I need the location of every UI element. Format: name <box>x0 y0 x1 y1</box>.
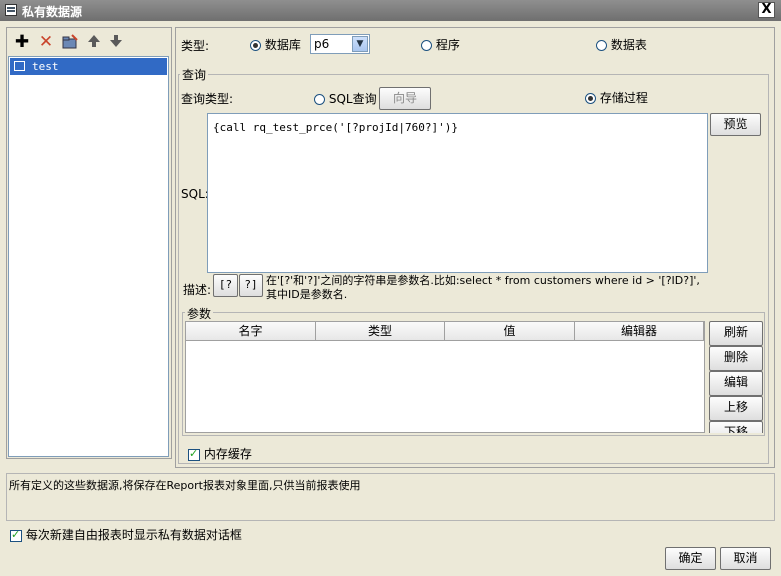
desc-text-line-2: 其中ID是参数名. <box>266 288 348 301</box>
sql-editor[interactable]: {call rq_test_prce('[?projId|760?]')} <box>207 113 708 273</box>
refresh-button[interactable]: 刷新 <box>709 321 763 346</box>
sql-query-option[interactable]: SQL查询 <box>314 90 377 107</box>
db-radio[interactable] <box>250 40 261 51</box>
edit-param-button[interactable]: 编辑 <box>709 371 763 396</box>
table-radio-label: 数据表 <box>610 38 647 52</box>
column-header-name[interactable]: 名字 <box>186 322 316 340</box>
query-type-label: 查询类型: <box>181 92 234 106</box>
memory-cache-option[interactable]: 内存缓存 <box>188 445 252 462</box>
desc-text: 在'[?'和'?]'之间的字符串是参数名.比如:select * from cu… <box>266 274 771 302</box>
close-button[interactable]: X <box>758 2 775 18</box>
window-title: 私有数据源 <box>22 5 83 19</box>
list-item-label: test <box>32 60 59 73</box>
type-option-table[interactable]: 数据表 <box>596 36 647 53</box>
desc-label: 描述: <box>183 283 212 297</box>
plus-icon[interactable]: ✚ <box>14 34 30 51</box>
cancel-button[interactable]: 取消 <box>720 547 771 570</box>
table-icon <box>14 61 25 71</box>
proc-radio-label: 存储过程 <box>599 91 648 105</box>
column-header-value[interactable]: 值 <box>445 322 575 340</box>
info-box: 所有定义的这些数据源,将保存在Report报表对象里面,只供当前报表使用 <box>6 473 775 521</box>
delete-x-icon[interactable]: ✕ <box>38 34 54 51</box>
params-group-label: 参数 <box>185 305 214 322</box>
params-table-header: 名字 类型 值 编辑器 <box>186 322 704 341</box>
show-dialog-checkbox[interactable] <box>10 528 22 542</box>
ok-button[interactable]: 确定 <box>665 547 716 570</box>
params-table[interactable]: 名字 类型 值 编辑器 <box>185 321 705 433</box>
show-dialog-option[interactable]: 每次新建自由报表时显示私有数据对话框 <box>10 526 242 543</box>
sql-label: SQL: <box>181 187 209 201</box>
column-header-type[interactable]: 类型 <box>316 322 445 340</box>
move-down-button[interactable]: 下移 <box>709 421 763 433</box>
type-label: 类型: <box>181 39 210 53</box>
db-select-value: p6 <box>314 37 330 51</box>
title-bar: 私有数据源 X <box>0 0 781 21</box>
delete-param-button[interactable]: 删除 <box>709 346 763 371</box>
move-up-button[interactable]: 上移 <box>709 396 763 421</box>
table-radio[interactable] <box>596 40 607 51</box>
program-radio-label: 程序 <box>435 38 460 52</box>
window-icon <box>5 4 17 16</box>
show-dialog-label: 每次新建自由报表时显示私有数据对话框 <box>25 528 242 542</box>
insert-param-open-button[interactable]: [? <box>213 274 238 297</box>
program-radio[interactable] <box>421 40 432 51</box>
insert-param-close-button[interactable]: ?] <box>239 274 263 297</box>
folder-edit-icon[interactable] <box>62 34 78 50</box>
preview-button[interactable]: 预览 <box>710 113 761 136</box>
arrow-up-icon[interactable] <box>86 34 102 50</box>
info-text: 所有定义的这些数据源,将保存在Report报表对象里面,只供当前报表使用 <box>9 479 361 492</box>
sql-radio-label: SQL查询 <box>328 92 377 106</box>
sql-radio[interactable] <box>314 94 325 105</box>
arrow-down-icon[interactable] <box>108 34 124 50</box>
type-option-db[interactable]: 数据库 <box>250 36 301 53</box>
memory-cache-checkbox[interactable] <box>188 447 200 461</box>
memory-cache-label: 内存缓存 <box>203 447 252 461</box>
column-header-editor[interactable]: 编辑器 <box>575 322 704 340</box>
db-radio-label: 数据库 <box>264 38 301 52</box>
db-select[interactable]: p6 ▼ <box>310 34 370 54</box>
desc-text-line-1: 在'[?'和'?]'之间的字符串是参数名.比如:select * from cu… <box>266 274 700 287</box>
proc-radio[interactable] <box>585 93 596 104</box>
list-item[interactable]: test <box>10 58 167 75</box>
datasource-list[interactable]: test <box>8 56 169 457</box>
wizard-button[interactable]: 向导 <box>379 87 431 110</box>
query-group-label: 查询 <box>180 66 209 83</box>
sql-text: {call rq_test_prce('[?projId|760?]')} <box>213 121 459 134</box>
stored-proc-option[interactable]: 存储过程 <box>585 89 648 106</box>
params-buttons: 刷新 删除 编辑 上移 下移 <box>709 321 763 433</box>
type-option-program[interactable]: 程序 <box>421 36 460 53</box>
chevron-down-icon[interactable]: ▼ <box>352 36 368 52</box>
